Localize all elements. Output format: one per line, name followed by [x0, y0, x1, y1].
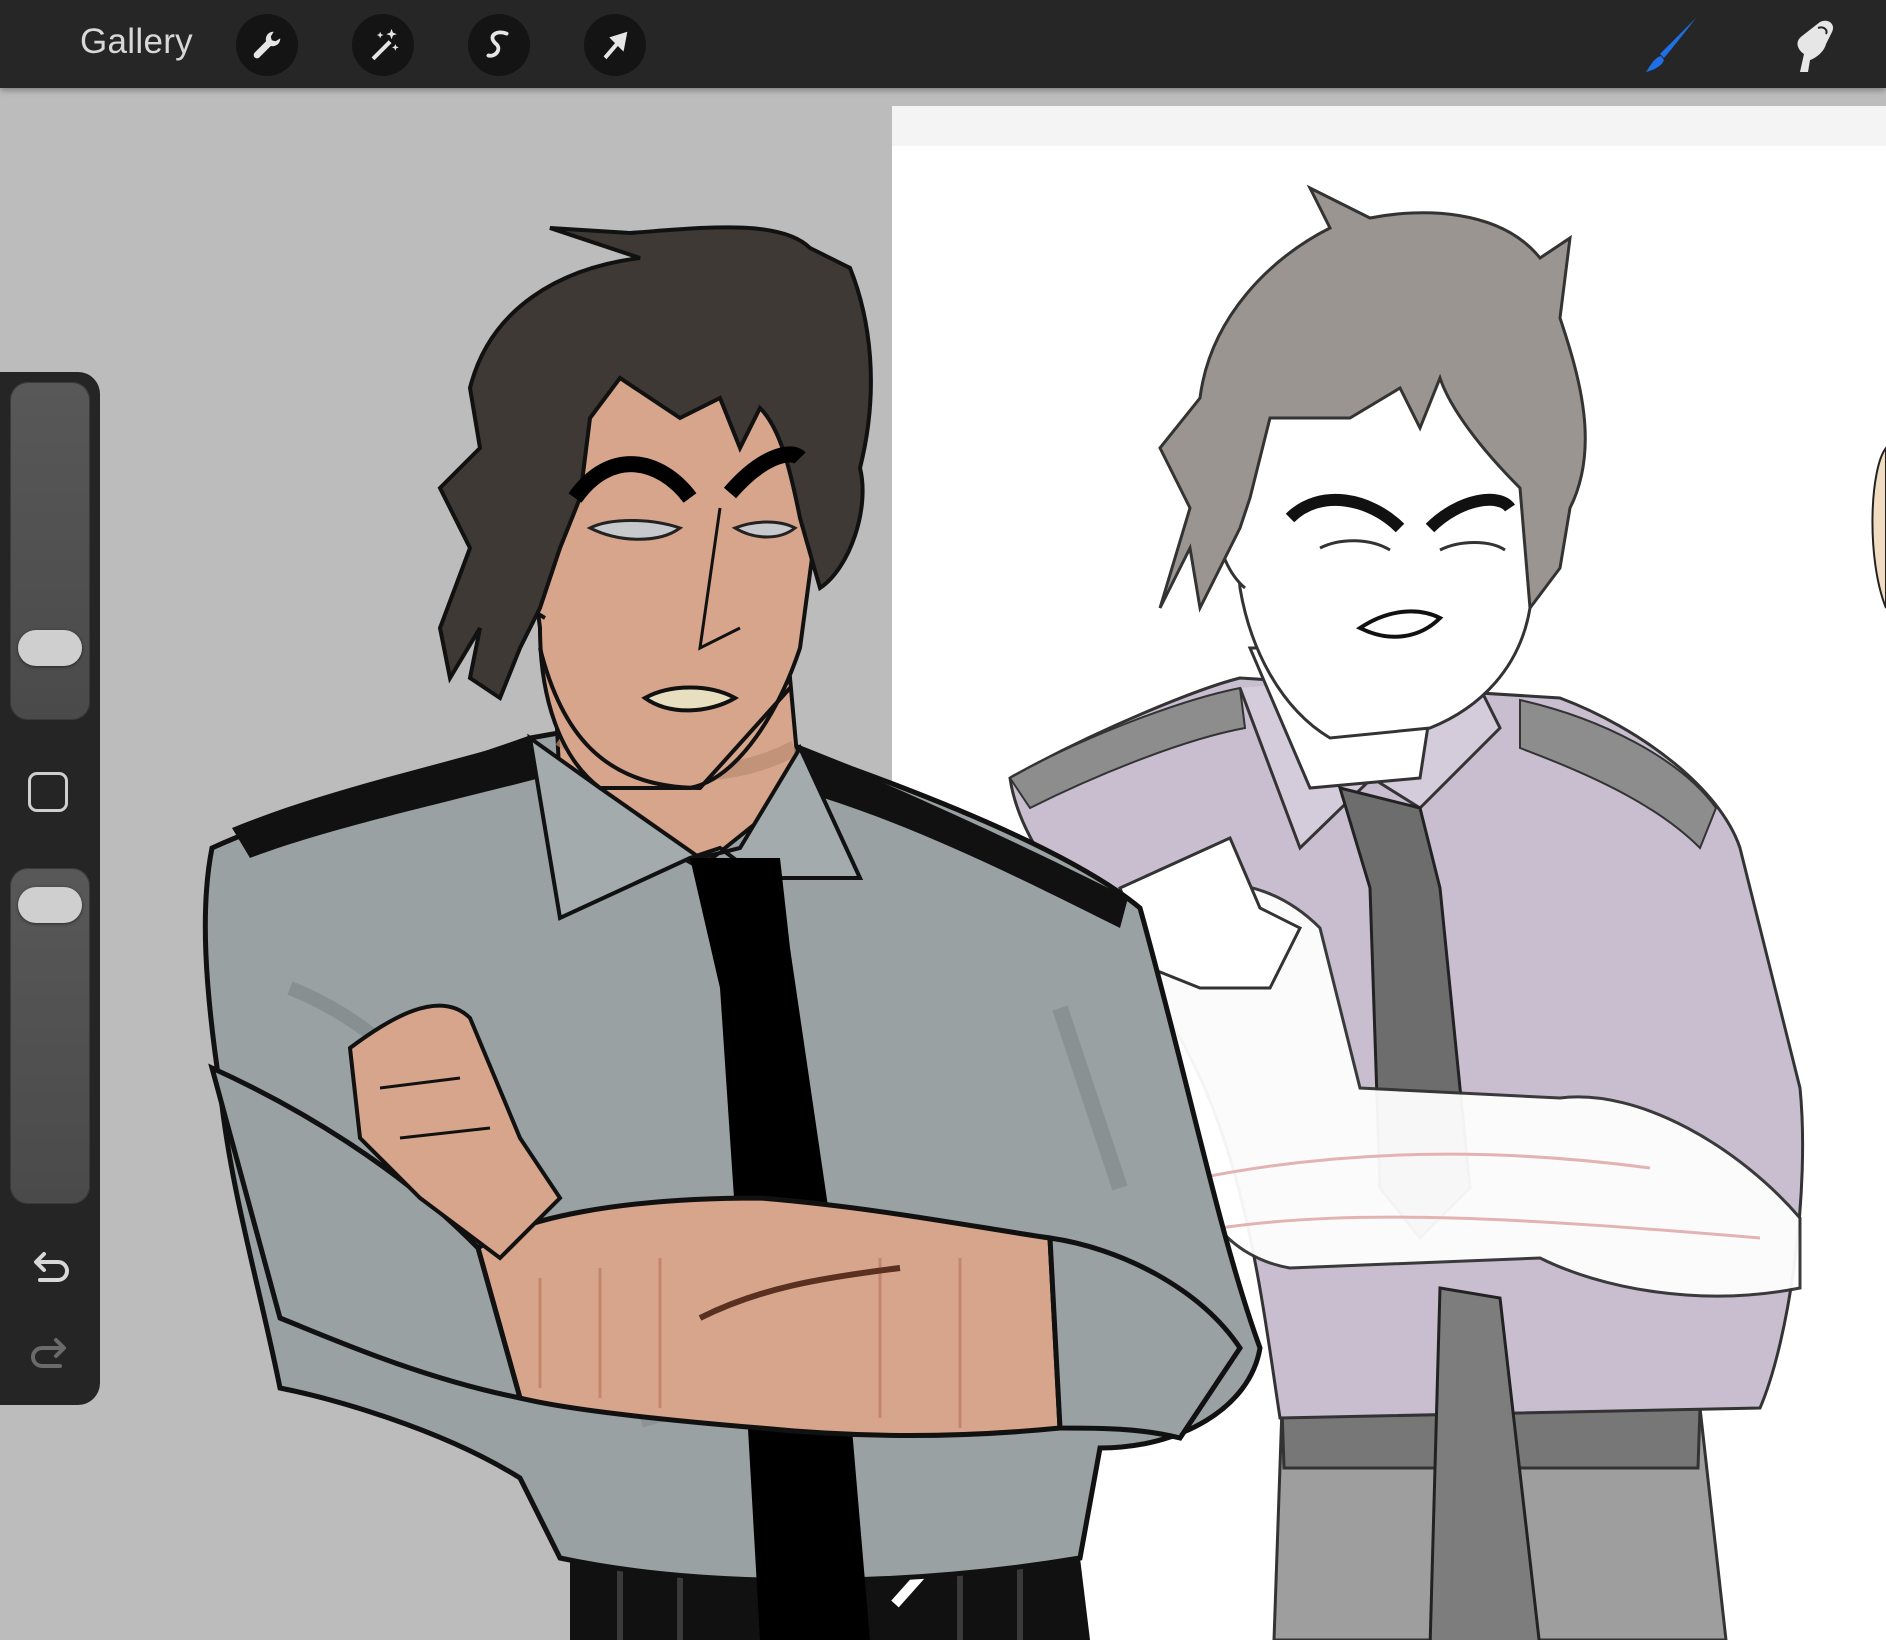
- brush-size-slider[interactable]: [10, 382, 90, 720]
- magic-wand-icon: [371, 28, 399, 61]
- brush-size-knob[interactable]: [18, 630, 82, 667]
- selection-button[interactable]: [468, 14, 530, 76]
- actions-button[interactable]: [236, 14, 298, 76]
- selection-s-icon: [484, 30, 509, 60]
- brush-button[interactable]: [1640, 14, 1704, 78]
- wrench-icon: [253, 31, 281, 59]
- undo-icon: [34, 1252, 69, 1282]
- artwork: [202, 106, 1886, 1640]
- drawing-canvas[interactable]: [0, 88, 1886, 1640]
- opacity-knob[interactable]: [18, 887, 82, 924]
- smudge-finger-icon: [1797, 20, 1834, 73]
- undo-button[interactable]: [24, 1242, 76, 1294]
- opacity-slider[interactable]: [10, 868, 90, 1204]
- left-sidebar: [0, 372, 100, 1405]
- brush-icon: [1646, 18, 1696, 72]
- top-toolbar: Gallery: [0, 0, 1886, 88]
- gallery-button[interactable]: Gallery: [80, 22, 193, 62]
- arrow-cursor-icon: [603, 31, 628, 60]
- redo-icon: [31, 1338, 66, 1368]
- redo-button[interactable]: [24, 1328, 76, 1380]
- square-modify-icon[interactable]: [28, 772, 68, 812]
- smudge-button[interactable]: [1780, 14, 1844, 78]
- transform-button[interactable]: [584, 14, 646, 76]
- adjustments-button[interactable]: [352, 14, 414, 76]
